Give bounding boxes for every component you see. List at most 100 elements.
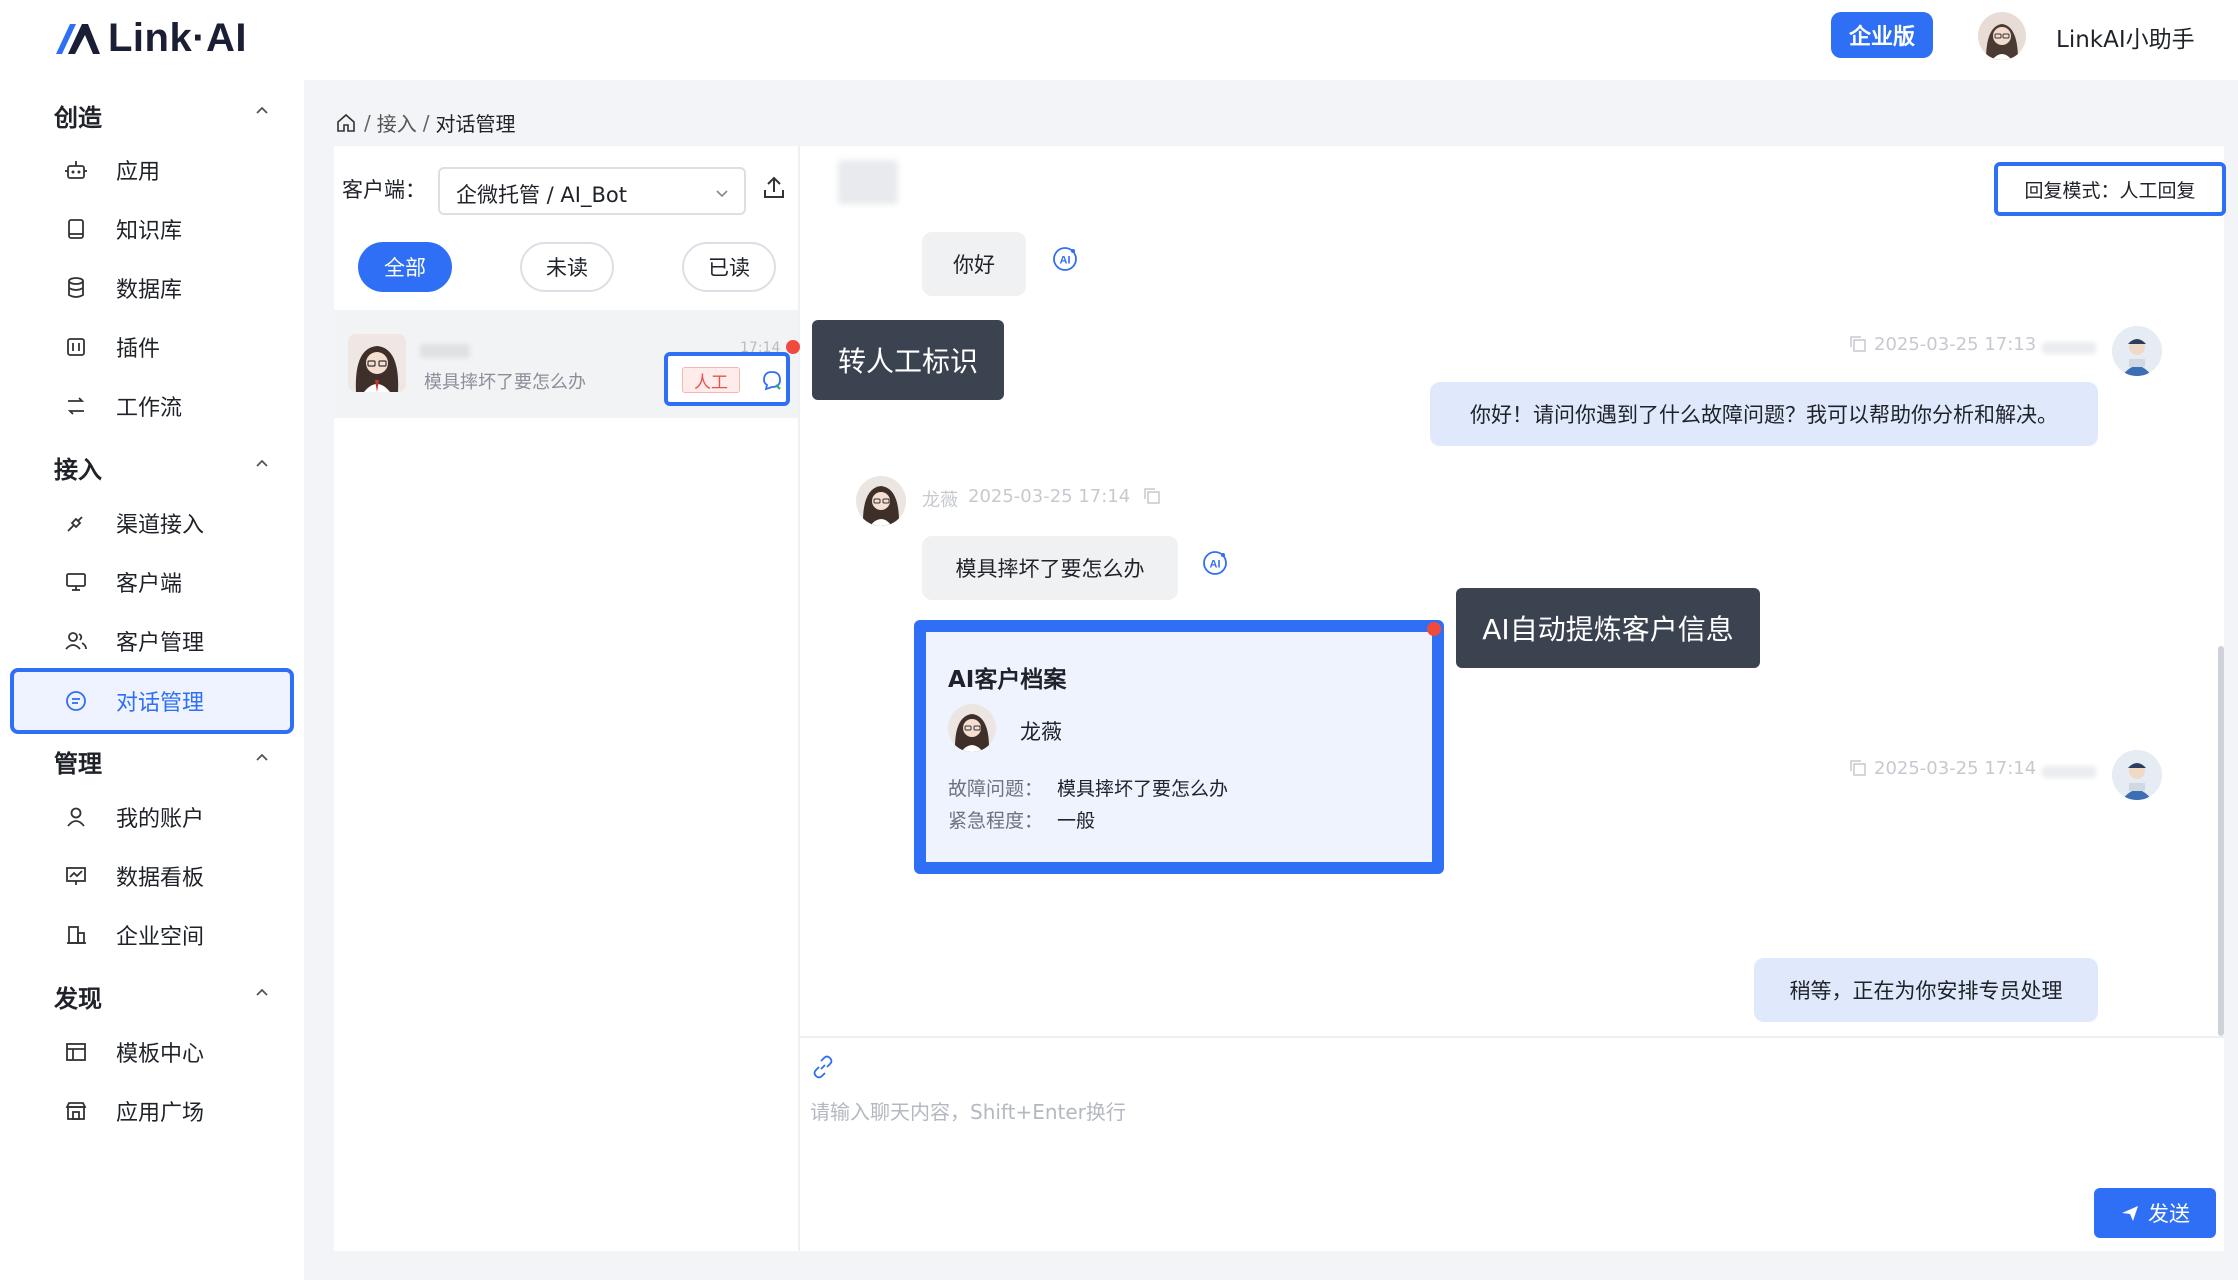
- customer-name-blurred: [420, 344, 470, 358]
- chat-scrollbar[interactable]: [2218, 646, 2224, 1036]
- sidebar-item-label: 知识库: [116, 219, 183, 244]
- filter-unread-button[interactable]: 未读: [520, 242, 614, 292]
- message-time: 2025-03-25 17:14: [968, 486, 1131, 507]
- message-bubble-agent: 你好！请问你遇到了什么故障问题？我可以帮助你分析和解决。: [1430, 382, 2098, 446]
- conversation-list: 客户端： 企微托管 / AI_Bot 全部 未读 已读 模具摔坏了要怎么办 17…: [334, 146, 800, 1251]
- profile-title: AI客户档案: [948, 667, 1067, 693]
- user-avatar-icon: [1978, 12, 2026, 60]
- sidebar-item-client[interactable]: 客户端: [10, 552, 294, 612]
- sidebar-group-title-manage: 管理: [54, 750, 102, 778]
- filter-read-button[interactable]: 已读: [682, 242, 776, 292]
- chat-bubble-icon[interactable]: [760, 368, 784, 392]
- client-select-value: 企微托管 / AI_Bot: [456, 183, 627, 207]
- copy-icon[interactable]: [1848, 758, 1868, 778]
- monitor-icon: [66, 573, 86, 591]
- profile-name: 龙薇: [1020, 720, 1062, 744]
- plugin-icon: [67, 338, 85, 356]
- breadcrumb-item-current: 对话管理: [435, 112, 516, 136]
- filter-all-button[interactable]: 全部: [358, 242, 452, 292]
- send-button[interactable]: 发送: [2094, 1188, 2216, 1238]
- avatar: [2112, 326, 2162, 376]
- copy-icon[interactable]: [1848, 334, 1868, 354]
- logo-text: Link·AI: [108, 16, 248, 60]
- breadcrumb: / 接入 / 对话管理: [334, 108, 516, 137]
- message-time: 2025-03-25 17:14: [1874, 758, 2037, 779]
- breadcrumb-separator: /: [422, 110, 430, 135]
- enterprise-button[interactable]: 企业版: [1831, 12, 1933, 58]
- profile-field-value: 一般: [1057, 810, 1096, 832]
- link-icon[interactable]: [810, 1054, 836, 1080]
- ai-icon[interactable]: AI: [1200, 548, 1230, 578]
- chat-input-area: 发送: [800, 1036, 2224, 1251]
- top-bar: Link·AI 企业版 LinkAI小助手: [0, 0, 2238, 80]
- sidebar-item-database[interactable]: 数据库: [10, 258, 294, 318]
- avatar: [348, 334, 406, 392]
- human-tag: 人工: [682, 367, 740, 393]
- list-item[interactable]: 模具摔坏了要怎么办 17:14 人工: [334, 310, 800, 418]
- sidebar-item-dashboard[interactable]: 数据看板: [10, 846, 294, 906]
- chevron-up-icon[interactable]: [252, 982, 272, 1002]
- sidebar-item-label: 客户管理: [116, 631, 205, 656]
- sidebar-group-title-access: 接入: [54, 456, 102, 484]
- book-icon: [68, 219, 84, 239]
- profile-field-key: 紧急程度：: [948, 810, 1044, 832]
- message-sender: 龙薇: [922, 490, 958, 511]
- profile-field: 故障问题： 模具摔坏了要怎么办: [948, 774, 1228, 801]
- copy-icon[interactable]: [1142, 486, 1162, 506]
- avatar: [2112, 750, 2162, 800]
- sidebar: 创造 应用 知识库 数据库 插件 工作流 接入 渠道接入 客户端 客户管理 对话…: [0, 80, 304, 1280]
- profile-field-key: 故障问题：: [948, 778, 1044, 800]
- callout-anchor-dot: [786, 340, 800, 354]
- chevron-up-icon[interactable]: [252, 747, 272, 767]
- sidebar-item-apps[interactable]: 应用: [10, 140, 294, 200]
- profile-field: 紧急程度： 一般: [948, 806, 1095, 833]
- svg-text:AI: AI: [1060, 255, 1071, 267]
- sidebar-item-plugins[interactable]: 插件: [10, 317, 294, 377]
- client-label: 客户端：: [342, 178, 426, 202]
- breadcrumb-separator: /: [364, 110, 371, 135]
- client-select[interactable]: 企微托管 / AI_Bot: [438, 167, 746, 215]
- sidebar-item-account[interactable]: 我的账户: [10, 787, 294, 847]
- sidebar-item-templates[interactable]: 模板中心: [10, 1022, 294, 1082]
- sidebar-item-knowledge[interactable]: 知识库: [10, 199, 294, 259]
- sidebar-item-conversations[interactable]: 对话管理: [10, 668, 294, 734]
- message-bubble-customer: 模具摔坏了要怎么办: [922, 536, 1178, 600]
- plug-icon: [67, 516, 83, 532]
- sidebar-item-channel[interactable]: 渠道接入: [10, 493, 294, 553]
- sidebar-item-label: 数据库: [116, 278, 183, 303]
- chat-header-name-blurred: [838, 160, 898, 204]
- agent-avatar-icon: [2112, 326, 2162, 376]
- logo-mark-icon: [56, 23, 100, 54]
- sidebar-item-label: 数据看板: [116, 866, 205, 891]
- sidebar-item-enterprise[interactable]: 企业空间: [10, 905, 294, 965]
- avatar: [856, 476, 906, 526]
- building-icon: [67, 926, 86, 944]
- avatar[interactable]: [1978, 12, 2026, 60]
- breadcrumb-item[interactable]: 接入: [377, 108, 417, 137]
- sidebar-item-label: 模板中心: [116, 1042, 205, 1067]
- export-icon[interactable]: [760, 174, 788, 202]
- message-bubble-customer: 你好: [922, 232, 1026, 296]
- username[interactable]: LinkAI小助手: [2056, 20, 2195, 54]
- logo[interactable]: Link·AI: [54, 16, 247, 61]
- chart-board-icon: [66, 867, 86, 885]
- chat-input[interactable]: [810, 1092, 2190, 1132]
- sidebar-item-label: 我的账户: [116, 807, 205, 832]
- sidebar-item-customers[interactable]: 客户管理: [10, 611, 294, 671]
- reply-mode-button[interactable]: 回复模式：人工回复: [1994, 162, 2226, 216]
- send-button-label: 发送: [2148, 1202, 2190, 1226]
- workflow-icon: [67, 397, 85, 415]
- ai-icon[interactable]: AI: [1050, 244, 1080, 274]
- chevron-up-icon[interactable]: [252, 453, 272, 473]
- home-icon[interactable]: [334, 111, 358, 135]
- send-icon: [2122, 1206, 2138, 1221]
- sidebar-item-label: 渠道接入: [116, 513, 205, 538]
- agent-avatar-icon: [2112, 750, 2162, 800]
- sidebar-item-app-store[interactable]: 应用广场: [10, 1081, 294, 1141]
- human-flag-highlight: 人工: [664, 352, 790, 406]
- sidebar-item-workflow[interactable]: 工作流: [10, 376, 294, 436]
- customer-avatar-icon: [348, 334, 406, 392]
- chevron-up-icon[interactable]: [252, 100, 272, 120]
- customer-avatar-icon: [948, 704, 996, 752]
- template-icon: [66, 1043, 86, 1061]
